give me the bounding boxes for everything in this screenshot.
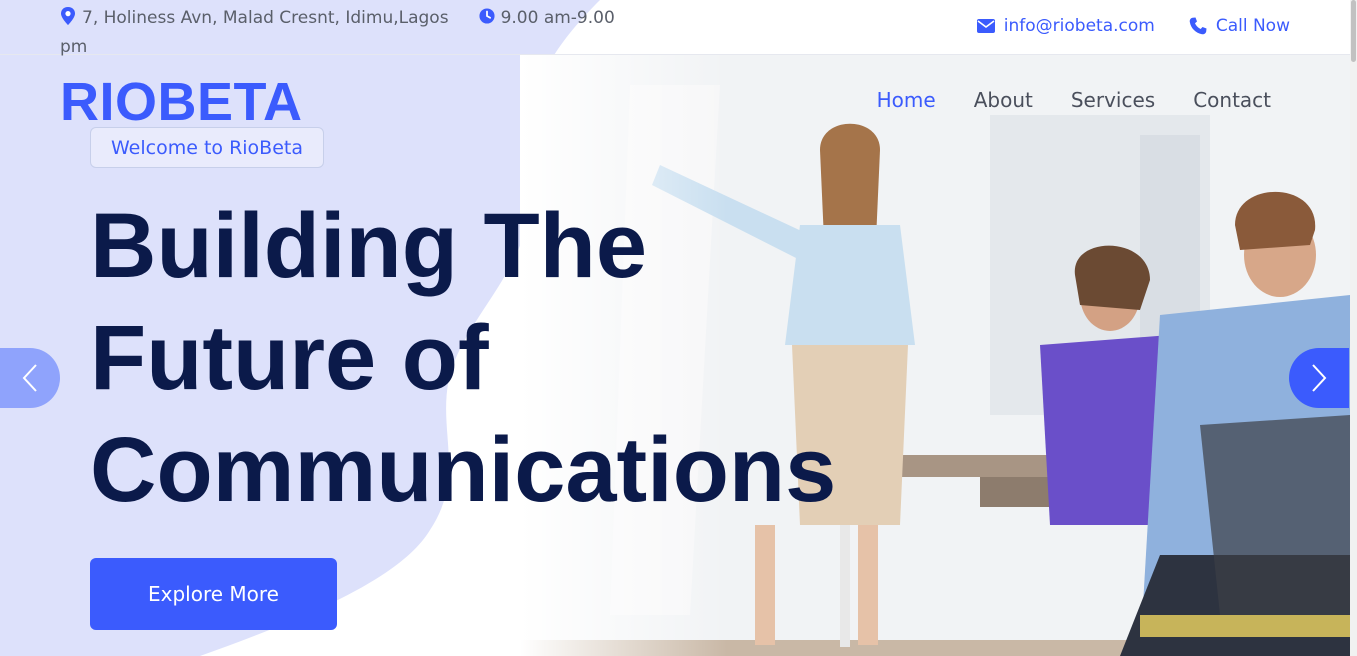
carousel-prev-button[interactable] bbox=[0, 348, 60, 408]
top-info-bar: 7, Holiness Avn, Malad Cresnt, Idimu,Lag… bbox=[0, 0, 1350, 57]
call-now-link[interactable]: Call Now bbox=[1189, 16, 1290, 36]
call-now-text: Call Now bbox=[1215, 16, 1290, 36]
welcome-badge: Welcome to RioBeta bbox=[90, 127, 324, 168]
page-scrollbar[interactable] bbox=[1350, 0, 1357, 656]
main-nav: Home About Services Contact bbox=[877, 88, 1271, 112]
hero-title: Building The Future of Communications bbox=[90, 195, 837, 521]
scrollbar-thumb[interactable] bbox=[1351, 0, 1356, 62]
chevron-left-icon bbox=[22, 364, 37, 392]
phone-icon bbox=[1189, 17, 1207, 35]
nav-item-services[interactable]: Services bbox=[1071, 88, 1155, 112]
address-text: 7, Holiness Avn, Malad Cresnt, Idimu,Lag… bbox=[82, 8, 449, 28]
nav-item-about[interactable]: About bbox=[974, 88, 1033, 112]
brand-logo[interactable]: RIOBETA bbox=[60, 72, 303, 132]
chevron-right-icon bbox=[1312, 364, 1327, 392]
nav-item-contact[interactable]: Contact bbox=[1193, 88, 1271, 112]
nav-item-home[interactable]: Home bbox=[877, 88, 936, 112]
carousel-next-button[interactable] bbox=[1289, 348, 1349, 408]
email-text: info@riobeta.com bbox=[1003, 16, 1155, 36]
email-link[interactable]: info@riobeta.com bbox=[976, 16, 1155, 36]
clock-icon bbox=[479, 8, 495, 24]
contact-address-block: 7, Holiness Avn, Malad Cresnt, Idimu,Lag… bbox=[60, 4, 620, 62]
map-marker-icon bbox=[61, 7, 75, 25]
envelope-icon bbox=[976, 19, 995, 33]
explore-more-button[interactable]: Explore More bbox=[90, 558, 337, 630]
